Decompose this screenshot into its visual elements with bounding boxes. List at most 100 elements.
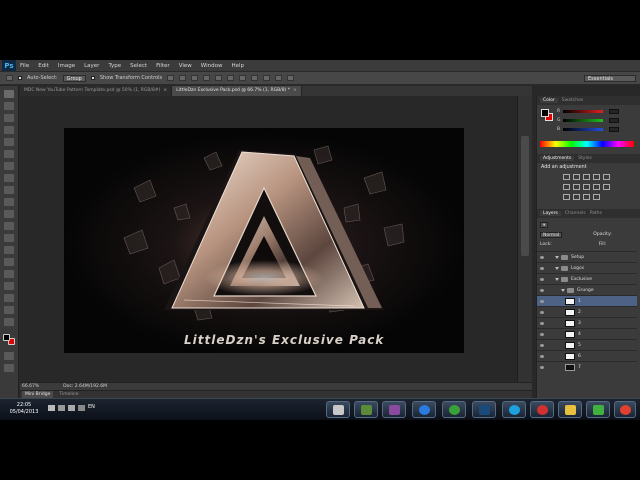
type-tool-icon[interactable] — [4, 270, 14, 278]
posterize-icon[interactable] — [573, 194, 580, 200]
language-indicator[interactable]: EN — [88, 404, 95, 410]
menu-window[interactable]: Window — [201, 63, 223, 69]
lasso-tool-icon[interactable] — [4, 114, 14, 122]
menu-type[interactable]: Type — [108, 63, 121, 69]
tab-mini-bridge[interactable]: Mini Bridge — [22, 391, 54, 398]
layer-kind-filter[interactable]: ▾ — [540, 221, 549, 228]
network-icon[interactable] — [58, 405, 65, 411]
volume-icon[interactable] — [68, 405, 75, 411]
tray-up-arrow-icon[interactable] — [48, 405, 55, 411]
clone-stamp-tool-icon[interactable] — [4, 186, 14, 194]
expand-arrow-icon[interactable] — [555, 266, 559, 270]
eyedropper-tool-icon[interactable] — [4, 150, 14, 158]
eraser-tool-icon[interactable] — [4, 210, 14, 218]
taskbar-app-minecraft[interactable] — [354, 401, 378, 418]
menu-layer[interactable]: Layer — [84, 63, 99, 69]
show-transform-checkbox[interactable] — [90, 76, 95, 80]
taskbar-app-bittorrent[interactable] — [586, 401, 610, 418]
distribute-3-icon[interactable] — [263, 75, 271, 81]
blur-tool-icon[interactable] — [4, 234, 14, 242]
layer-row-logos[interactable]: Logos — [537, 262, 637, 273]
visibility-eye-icon[interactable] — [540, 332, 544, 336]
zoom-tool-icon[interactable] — [4, 318, 14, 326]
hue-saturation-icon[interactable] — [563, 184, 570, 190]
vertical-scrollbar[interactable] — [517, 96, 532, 382]
taskbar-app-ccleaner[interactable] — [530, 401, 554, 418]
tab-swatches[interactable]: Swatches — [562, 98, 584, 103]
path-select-tool-icon[interactable] — [4, 282, 14, 290]
visibility-eye-icon[interactable] — [540, 288, 544, 292]
visibility-eye-icon[interactable] — [540, 321, 544, 325]
history-brush-tool-icon[interactable] — [4, 198, 14, 206]
shape-tool-icon[interactable] — [4, 294, 14, 302]
move-tool-icon[interactable] — [4, 90, 14, 98]
workspace-dropdown[interactable]: Essentials — [584, 75, 636, 82]
menu-help[interactable]: Help — [231, 63, 244, 69]
green-value-field[interactable] — [609, 118, 619, 123]
invert-icon[interactable] — [563, 194, 570, 200]
dodge-tool-icon[interactable] — [4, 246, 14, 254]
screen-mode-icon[interactable] — [4, 364, 14, 372]
menu-file[interactable]: File — [20, 63, 29, 69]
visibility-eye-icon[interactable] — [540, 277, 544, 281]
green-slider[interactable] — [563, 119, 603, 122]
blue-slider[interactable] — [563, 128, 603, 131]
color-balance-icon[interactable] — [573, 184, 580, 190]
menu-image[interactable]: Image — [58, 63, 75, 69]
layer-row-1[interactable]: 1 — [537, 295, 637, 306]
canvas-workspace[interactable]: LittleDzn's Exclusive Pack — [20, 96, 517, 382]
layer-row-grunge[interactable]: Grunge — [537, 284, 637, 295]
menu-view[interactable]: View — [179, 63, 192, 69]
collapse-arrow-icon[interactable] — [555, 277, 559, 281]
visibility-eye-icon[interactable] — [540, 255, 544, 259]
taskbar-app-skype[interactable] — [502, 401, 526, 418]
black-white-icon[interactable] — [583, 184, 590, 190]
menu-edit[interactable]: Edit — [38, 63, 49, 69]
quick-select-tool-icon[interactable] — [4, 126, 14, 134]
taskbar-app-chrome[interactable] — [614, 401, 636, 418]
menu-filter[interactable]: Filter — [156, 63, 170, 69]
visibility-eye-icon[interactable] — [540, 266, 544, 270]
taskbar-app-explorer[interactable] — [558, 401, 582, 418]
threshold-icon[interactable] — [583, 194, 590, 200]
align-bottom-icon[interactable] — [191, 75, 199, 81]
blend-mode-dropdown[interactable]: Normal — [540, 231, 563, 238]
visibility-eye-icon[interactable] — [540, 299, 544, 303]
align-right-icon[interactable] — [227, 75, 235, 81]
visibility-eye-icon[interactable] — [540, 354, 544, 358]
align-center-icon[interactable] — [215, 75, 223, 81]
layer-row-2[interactable]: 2 — [537, 306, 637, 317]
distribute-2-icon[interactable] — [251, 75, 259, 81]
healing-brush-tool-icon[interactable] — [4, 162, 14, 170]
red-slider[interactable] — [563, 110, 603, 113]
layer-row-5[interactable]: 5 — [537, 339, 637, 350]
brush-tool-icon[interactable] — [4, 174, 14, 182]
collapse-arrow-icon[interactable] — [561, 288, 565, 292]
expand-arrow-icon[interactable] — [555, 255, 559, 259]
menu-select[interactable]: Select — [130, 63, 147, 69]
gradient-map-icon[interactable] — [593, 194, 600, 200]
layer-row-3[interactable]: 3 — [537, 317, 637, 328]
move-tool-preset-icon[interactable] — [6, 75, 13, 81]
vibrance-icon[interactable] — [603, 174, 610, 180]
close-icon[interactable]: × — [293, 88, 297, 93]
tab-styles[interactable]: Styles — [578, 156, 592, 161]
flag-icon[interactable] — [78, 405, 85, 411]
tab-paths[interactable]: Paths — [590, 211, 602, 216]
auto-select-dropdown[interactable]: Group — [62, 74, 86, 82]
taskbar-app-utorrent[interactable] — [442, 401, 466, 418]
layer-row-6[interactable]: 6 — [537, 350, 637, 361]
distribute-icon[interactable] — [239, 75, 247, 81]
foreground-color-swatch[interactable] — [3, 334, 10, 341]
visibility-eye-icon[interactable] — [540, 310, 544, 314]
align-top-icon[interactable] — [167, 75, 175, 81]
crop-tool-icon[interactable] — [4, 138, 14, 146]
taskbar-app-ie[interactable] — [412, 401, 436, 418]
align-middle-icon[interactable] — [179, 75, 187, 81]
3d-rotate-icon[interactable] — [287, 75, 295, 81]
layer-row-4[interactable]: 4 — [537, 328, 637, 339]
tab-channels[interactable]: Channels — [565, 211, 586, 216]
scroll-thumb[interactable] — [521, 136, 529, 256]
layer-row-7[interactable]: 7 — [537, 361, 637, 372]
channel-mixer-icon[interactable] — [603, 184, 610, 190]
